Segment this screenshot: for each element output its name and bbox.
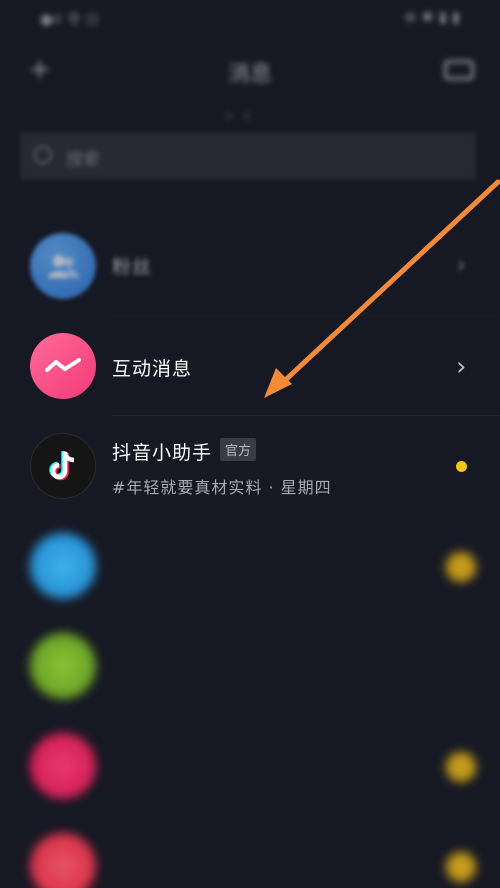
- avatar: [30, 733, 96, 799]
- video-camera-icon[interactable]: [444, 60, 474, 80]
- status-bar: ●ıl 令 ⊡ ⊕ ✱ ▮ ▮: [0, 0, 500, 36]
- chevron-right-icon: ›: [456, 250, 467, 280]
- row-subtitle: #年轻就要真材实料 · 星期四: [112, 478, 332, 497]
- page-title: 消息: [227, 62, 272, 87]
- list-item[interactable]: [0, 716, 500, 816]
- search-placeholder: 搜索: [66, 150, 100, 170]
- row-title: 互动消息: [112, 358, 193, 380]
- list-item-fans[interactable]: 粉丝 ›: [0, 216, 500, 316]
- list-item[interactable]: [0, 516, 500, 616]
- status-right: ⊕ ✱ ▮ ▮: [404, 8, 460, 26]
- unread-badge: [446, 752, 476, 782]
- avatar: [30, 633, 96, 699]
- list-item-interactions[interactable]: 互动消息 ›: [0, 316, 500, 416]
- search-input[interactable]: 搜索: [20, 132, 476, 180]
- unread-dot: [456, 461, 467, 472]
- unread-badge: [446, 552, 476, 582]
- avatar: [30, 833, 96, 888]
- tiktok-logo-icon: [30, 433, 96, 499]
- list-item[interactable]: [0, 616, 500, 716]
- list-item[interactable]: [0, 816, 500, 888]
- nav-bar: + 消息: [0, 40, 500, 119]
- search-icon: [34, 146, 52, 164]
- row-title: 抖音小助手: [112, 442, 213, 464]
- message-wave-icon: [30, 333, 96, 399]
- official-badge: 官方: [220, 438, 257, 461]
- chevron-right-icon: ›: [456, 352, 467, 382]
- avatar: [30, 533, 96, 599]
- list-item-douyin-helper[interactable]: 抖音小助手 官方 #年轻就要真材实料 · 星期四: [0, 416, 500, 516]
- status-left: ●ıl 令 ⊡: [40, 10, 99, 28]
- unread-badge: [446, 852, 476, 882]
- page-indicator: [220, 104, 280, 119]
- row-title: 粉丝: [112, 256, 153, 278]
- users-icon: [30, 233, 96, 299]
